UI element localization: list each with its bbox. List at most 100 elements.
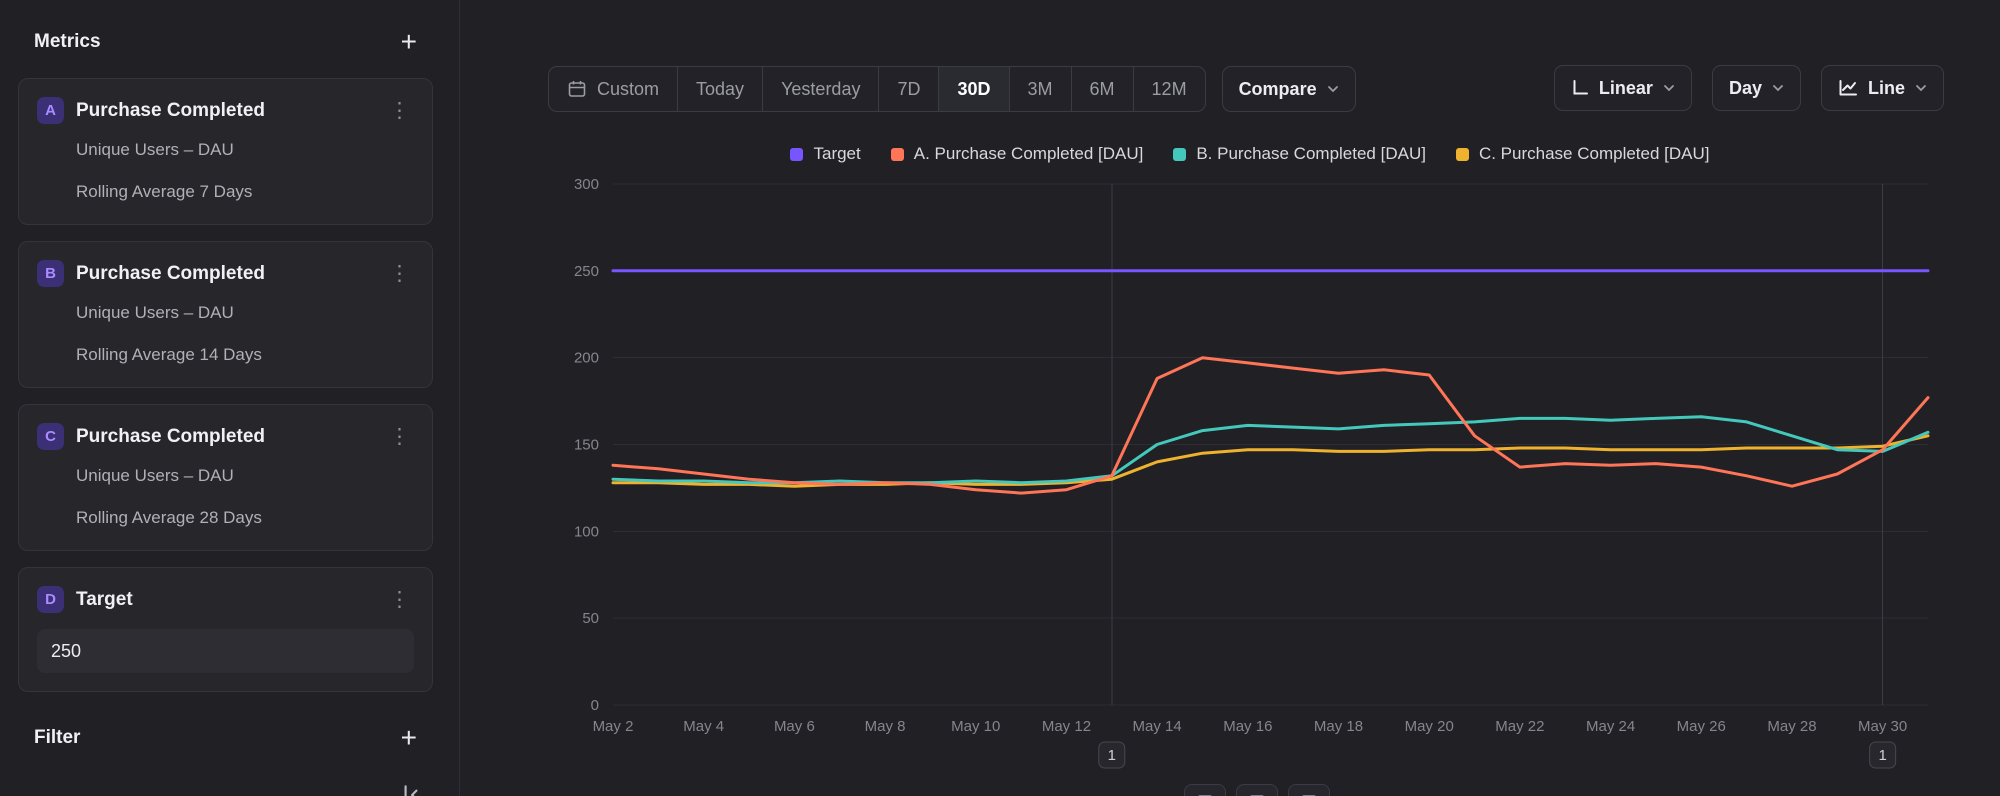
x-axis-tick-label: May 28 [1767, 718, 1816, 735]
chart-legend: Target A. Purchase Completed [DAU] B. Purc… [540, 144, 1960, 164]
x-axis-tick-label: May 26 [1677, 718, 1726, 735]
kebab-menu-icon[interactable]: ⋮ [385, 263, 414, 284]
metric-name[interactable]: Purchase Completed [76, 263, 373, 285]
metrics-section-header: Metrics + [18, 22, 433, 62]
date-range-7d[interactable]: 7D [878, 67, 938, 111]
metric-rolling-average[interactable]: Rolling Average 28 Days [76, 508, 414, 528]
metric-name[interactable]: Purchase Completed [76, 100, 373, 122]
chevron-down-icon [1915, 84, 1927, 92]
metric-card-header: B Purchase Completed ⋮ [37, 260, 414, 287]
date-range-30d-selected[interactable]: 30D [938, 67, 1008, 111]
chart-type-select-button[interactable]: Line [1821, 65, 1944, 111]
compare-button[interactable]: Compare [1222, 66, 1356, 112]
line-chart[interactable]: 050100150200250300May 2May 4May 6May 8Ma… [540, 170, 1960, 796]
target-value-input[interactable] [37, 629, 414, 673]
legend-swatch [1173, 148, 1186, 161]
date-range-label: Custom [597, 79, 659, 100]
metric-rolling-average[interactable]: Rolling Average 7 Days [76, 182, 414, 202]
kebab-menu-icon[interactable]: ⋮ [385, 589, 414, 610]
metrics-report-page: Metrics + A Purchase Completed ⋮ Unique … [0, 0, 2000, 796]
y-axis-tick-label: 250 [574, 263, 599, 280]
target-name[interactable]: Target [76, 589, 373, 611]
metric-measure[interactable]: Unique Users – DAU [76, 466, 414, 486]
x-axis-tick-label: May 22 [1495, 718, 1544, 735]
collapse-sidebar-icon[interactable] [398, 782, 424, 796]
date-range-3m[interactable]: 3M [1009, 67, 1071, 111]
chart-canvas[interactable]: 050100150200250300May 2May 4May 6May 8Ma… [540, 170, 1960, 796]
x-axis-tick-label: May 20 [1405, 718, 1454, 735]
line-series-c[interactable] [613, 436, 1928, 486]
x-axis-tick-label: May 8 [865, 718, 906, 735]
date-range-12m[interactable]: 12M [1133, 67, 1205, 111]
legend-swatch [1456, 148, 1469, 161]
metric-card-c[interactable]: C Purchase Completed ⋮ Unique Users – DA… [18, 404, 433, 551]
target-card-header: D Target ⋮ [37, 586, 414, 613]
date-range-custom[interactable]: Custom [549, 67, 677, 111]
date-range-label: 30D [957, 79, 990, 100]
date-range-today[interactable]: Today [677, 67, 762, 111]
legend-item[interactable]: Target [790, 144, 860, 164]
chevron-down-icon [1772, 84, 1784, 92]
add-metric-button[interactable]: + [401, 32, 417, 52]
scale-select-button[interactable]: Linear [1554, 65, 1692, 111]
chart-footer-button-3[interactable] [1288, 784, 1330, 796]
metric-measure[interactable]: Unique Users – DAU [76, 140, 414, 160]
metric-badge-c: C [37, 423, 64, 450]
y-axis-tick-label: 50 [582, 610, 599, 627]
x-axis-tick-label: May 30 [1858, 718, 1907, 735]
metric-card-b[interactable]: B Purchase Completed ⋮ Unique Users – DA… [18, 241, 433, 388]
metric-measure[interactable]: Unique Users – DAU [76, 303, 414, 323]
metric-card-a[interactable]: A Purchase Completed ⋮ Unique Users – DA… [18, 78, 433, 225]
date-range-label: 6M [1090, 79, 1115, 100]
metric-badge-b: B [37, 260, 64, 287]
metric-rolling-average[interactable]: Rolling Average 14 Days [76, 345, 414, 365]
x-axis-tick-label: May 14 [1133, 718, 1182, 735]
y-axis-tick-label: 150 [574, 437, 599, 454]
kebab-menu-icon[interactable]: ⋮ [385, 100, 414, 121]
x-axis-tick-label: May 12 [1042, 718, 1091, 735]
x-axis-tick-label: May 10 [951, 718, 1000, 735]
date-range-label: 7D [897, 79, 920, 100]
metric-badge-a: A [37, 97, 64, 124]
filter-section-header: Filter + [18, 718, 433, 758]
legend-item[interactable]: B. Purchase Completed [DAU] [1173, 144, 1426, 164]
x-axis-tick-label: May 18 [1314, 718, 1363, 735]
compare-label: Compare [1239, 79, 1317, 100]
chart-type-label: Line [1868, 78, 1905, 99]
chevron-down-icon [1327, 85, 1339, 93]
chart-footer-button-1[interactable] [1184, 784, 1226, 796]
y-axis-tick-label: 100 [574, 523, 599, 540]
filter-section-title: Filter [34, 727, 80, 749]
date-range-picker: Custom Today Yesterday 7D 30D 3M 6M 12M [548, 66, 1206, 112]
scale-label: Linear [1599, 78, 1653, 99]
x-axis-tick-label: May 6 [774, 718, 815, 735]
annotation-badge-label: 1 [1108, 747, 1116, 764]
legend-swatch [891, 148, 904, 161]
metrics-section-title: Metrics [34, 31, 101, 53]
legend-item[interactable]: A. Purchase Completed [DAU] [891, 144, 1144, 164]
chart-toolbar: Custom Today Yesterday 7D 30D 3M 6M 12M … [548, 66, 1356, 112]
kebab-menu-icon[interactable]: ⋮ [385, 426, 414, 447]
date-range-label: 12M [1152, 79, 1187, 100]
chart-footer-button-2[interactable] [1236, 784, 1278, 796]
x-axis-tick-label: May 24 [1586, 718, 1635, 735]
metric-card-header: C Purchase Completed ⋮ [37, 423, 414, 450]
y-axis-tick-label: 0 [591, 697, 599, 714]
chart-display-controls: Linear Day Line [1554, 65, 1944, 111]
add-filter-button[interactable]: + [401, 728, 417, 748]
date-range-6m[interactable]: 6M [1071, 67, 1133, 111]
legend-label: B. Purchase Completed [DAU] [1196, 144, 1426, 164]
y-axis-tick-label: 300 [574, 176, 599, 193]
metric-name[interactable]: Purchase Completed [76, 426, 373, 448]
interval-select-button[interactable]: Day [1712, 65, 1801, 111]
legend-label: C. Purchase Completed [DAU] [1479, 144, 1710, 164]
linear-scale-icon [1571, 79, 1589, 97]
target-card[interactable]: D Target ⋮ [18, 567, 433, 692]
y-axis-tick-label: 200 [574, 350, 599, 367]
chart-footer-actions [1184, 784, 1330, 796]
metric-card-header: A Purchase Completed ⋮ [37, 97, 414, 124]
metric-badge-d: D [37, 586, 64, 613]
legend-item[interactable]: C. Purchase Completed [DAU] [1456, 144, 1710, 164]
date-range-yesterday[interactable]: Yesterday [762, 67, 878, 111]
legend-swatch [790, 148, 803, 161]
